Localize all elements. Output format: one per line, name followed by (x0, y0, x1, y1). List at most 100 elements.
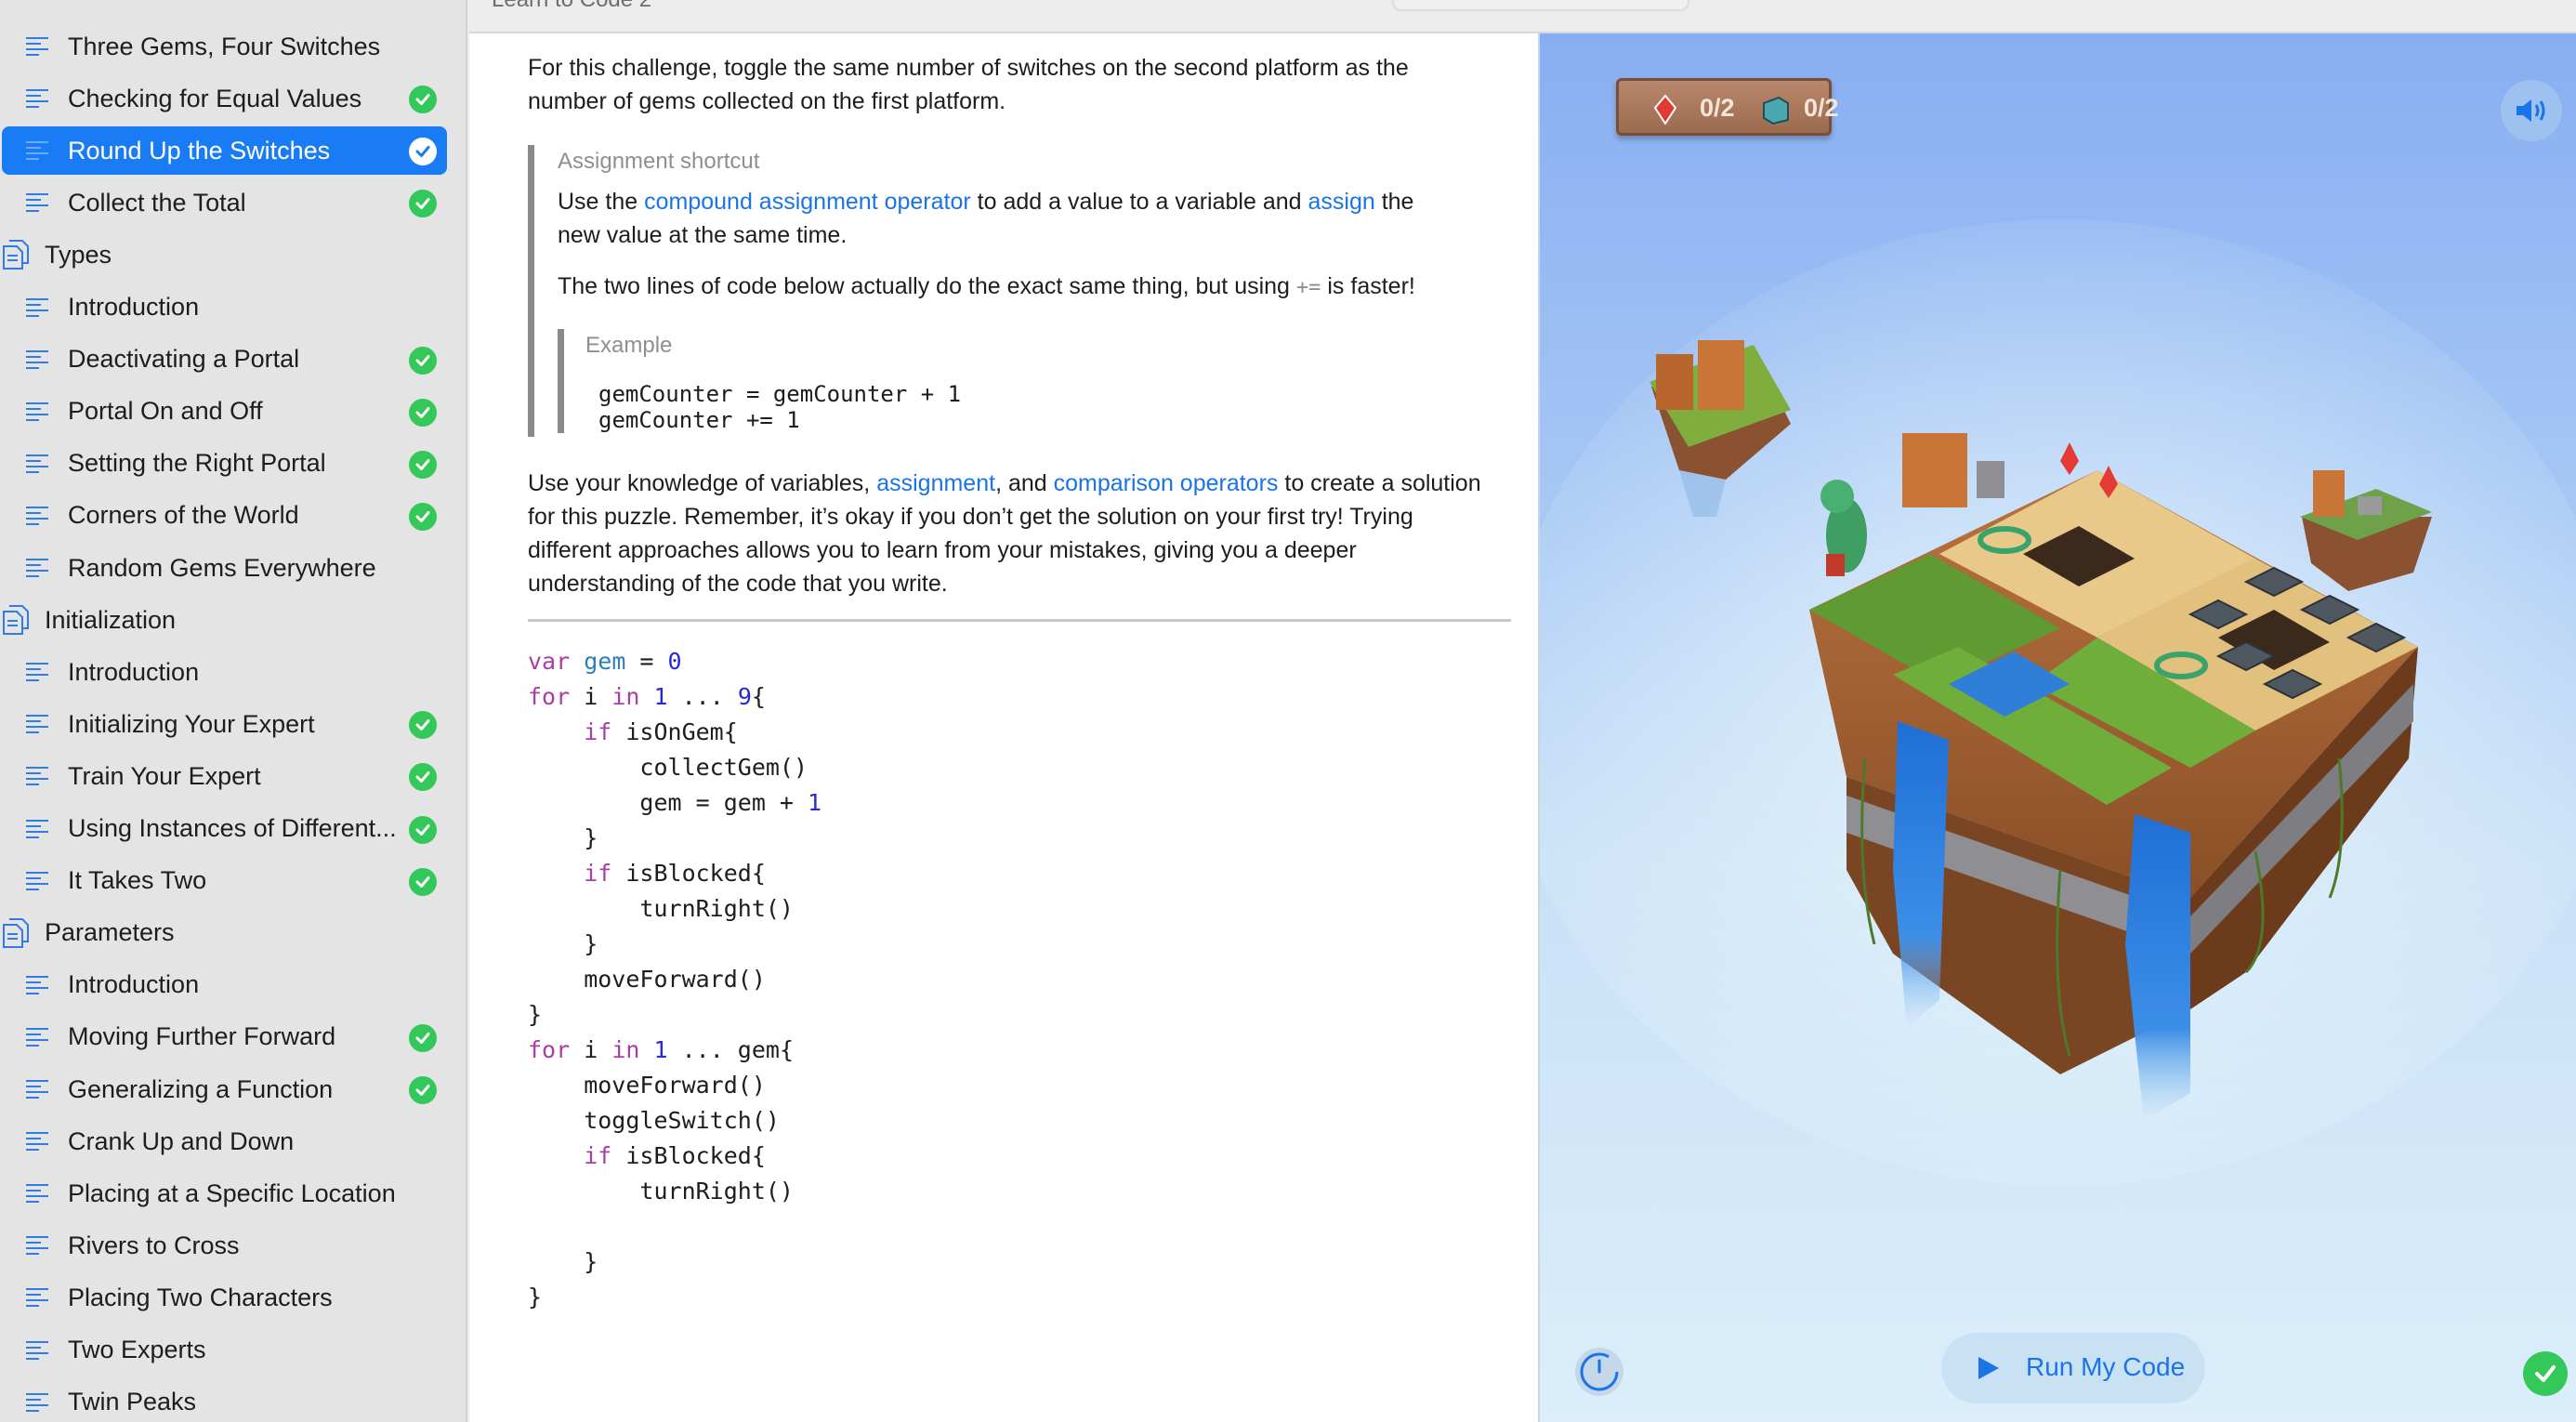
code-editor[interactable]: var gem = 0 for i in 1 ... 9{ if isOnGem{… (528, 644, 1513, 1315)
code-line[interactable]: moveForward() (528, 962, 1513, 997)
sidebar-item[interactable]: Introduction (0, 282, 466, 334)
sidebar-chapter[interactable]: Types (0, 229, 466, 281)
sidebar-item[interactable]: Initializing Your Expert (0, 698, 466, 750)
toolbar-pill[interactable] (1392, 0, 1689, 11)
completed-check-icon (409, 867, 437, 896)
completed-check-icon (409, 138, 437, 166)
page-lines-icon (26, 871, 48, 890)
sidebar-item[interactable]: Moving Further Forward (0, 1011, 466, 1063)
sidebar-item[interactable]: Two Experts (0, 1324, 466, 1376)
sidebar-item[interactable]: Train Your Expert (0, 750, 466, 802)
code-token: in (611, 683, 640, 710)
sidebar-item[interactable]: Deactivating a Portal (0, 334, 466, 386)
sidebar-item[interactable]: Round Up the Switches (0, 125, 466, 177)
code-line[interactable]: } (528, 997, 1513, 1033)
switch-count: 0/2 (1804, 94, 1839, 122)
completed-check-icon (409, 815, 437, 844)
code-line[interactable]: for i in 1 ... 9{ (528, 679, 1513, 715)
sidebar-item[interactable]: Collect the Total (0, 177, 466, 229)
sidebar-item-label: Train Your Expert (68, 761, 261, 790)
page-lines-icon (26, 37, 48, 56)
sidebar-item-label: Twin Peaks (68, 1388, 197, 1416)
sidebar-item-label: Round Up the Switches (68, 136, 331, 165)
code-line[interactable]: toggleSwitch() (528, 1103, 1513, 1139)
run-label: Run My Code (2026, 1352, 2186, 1381)
sidebar-item-label: Deactivating a Portal (68, 345, 300, 374)
page-lines-icon (26, 559, 48, 577)
sidebar-item[interactable]: Corners of the World (0, 490, 466, 542)
sidebar-item-label: Rivers to Cross (68, 1231, 240, 1259)
sidebar-item[interactable]: Crank Up and Down (0, 1115, 466, 1167)
sidebar-item[interactable]: Placing at a Specific Location (0, 1167, 466, 1219)
code-token: gem = gem + (528, 789, 808, 816)
completed-check-icon (409, 346, 437, 375)
sidebar-item-label: Moving Further Forward (68, 1022, 336, 1051)
sidebar-item-label: Introduction (68, 657, 200, 686)
example-heading: Example (585, 333, 673, 358)
sidebar-item[interactable]: Setting the Right Portal (0, 438, 466, 490)
code-token: isOnGem{ (611, 718, 738, 745)
sound-button[interactable] (2501, 80, 2562, 141)
assignment-link[interactable]: assignment (876, 470, 995, 496)
instructions-pane: For this challenge, toggle the same numb… (469, 33, 1538, 1422)
code-token: } (528, 1001, 543, 1028)
comparison-operators-link[interactable]: comparison operators (1054, 470, 1279, 496)
speaker-icon (2517, 99, 2545, 122)
sidebar-item[interactable]: Checking for Equal Values (0, 72, 466, 125)
completed-check-icon (2523, 1351, 2568, 1396)
page-lines-icon (26, 506, 48, 525)
sidebar-item[interactable]: Portal On and Off (0, 386, 466, 438)
code-line[interactable] (528, 1209, 1513, 1244)
sidebar-item[interactable]: Placing Two Characters (0, 1271, 466, 1323)
code-line[interactable]: gem = gem + 1 (528, 785, 1513, 821)
code-token: 1 (808, 789, 822, 816)
callout-paragraph-1: Use the compound assignment operator to … (558, 185, 1457, 252)
code-line[interactable]: moveForward() (528, 1068, 1513, 1103)
code-line[interactable]: if isBlocked{ (528, 856, 1513, 891)
code-token: 0 (667, 648, 682, 675)
code-line[interactable]: } (528, 1280, 1513, 1315)
sidebar-item[interactable]: Introduction (0, 646, 466, 698)
sidebar-item[interactable]: Three Gems, Four Switches (0, 20, 466, 72)
sidebar-item[interactable]: Random Gems Everywhere (0, 542, 466, 594)
code-line[interactable]: collectGem() (528, 750, 1513, 785)
puzzle-world-view[interactable]: 0/2 0/2 Run My Code (1538, 33, 2576, 1422)
page-lines-icon (26, 454, 48, 473)
code-token: if (584, 718, 612, 745)
code-line[interactable]: turnRight() (528, 891, 1513, 927)
sidebar-item[interactable]: Twin Peaks (0, 1376, 466, 1422)
page-lines-icon (26, 715, 48, 734)
code-line[interactable]: } (528, 927, 1513, 962)
assign-link[interactable]: assign (1308, 189, 1374, 215)
compound-assignment-link[interactable]: compound assignment operator (644, 189, 971, 215)
example-callout: Example gemCounter = gemCounter + 1 gemC… (558, 329, 1394, 433)
sidebar-item-label: Initialization (45, 605, 177, 634)
code-line[interactable]: var gem = 0 (528, 644, 1513, 679)
operator-code: += (1295, 276, 1321, 299)
example-code: gemCounter = gemCounter + 1 gemCounter +… (598, 381, 962, 433)
page-lines-icon (26, 193, 48, 213)
sidebar-item[interactable]: Using Instances of Different... (0, 803, 466, 855)
code-line[interactable]: turnRight() (528, 1174, 1513, 1209)
sidebar-item[interactable]: It Takes Two (0, 855, 466, 907)
page-lines-icon (26, 663, 48, 682)
chapter-pages-icon (3, 240, 29, 270)
code-line[interactable]: } (528, 821, 1513, 856)
gem-icon (1654, 95, 1676, 125)
speed-button[interactable] (1575, 1348, 1623, 1396)
code-line[interactable]: if isOnGem{ (528, 715, 1513, 750)
sidebar-item[interactable]: Generalizing a Function (0, 1063, 466, 1115)
code-line[interactable]: for i in 1 ... gem{ (528, 1033, 1513, 1068)
sidebar-item-label: Three Gems, Four Switches (68, 32, 381, 60)
sidebar-chapter[interactable]: Parameters (0, 907, 466, 959)
code-line[interactable]: if isBlocked{ (528, 1139, 1513, 1174)
sidebar-chapter[interactable]: Initialization (0, 594, 466, 646)
sidebar-item-label: Two Experts (68, 1336, 206, 1363)
page-lines-icon (26, 1236, 48, 1256)
run-my-code-button[interactable]: Run My Code (1941, 1333, 2205, 1403)
page-lines-icon (26, 89, 48, 109)
code-line[interactable]: } (528, 1244, 1513, 1280)
sidebar-item[interactable]: Introduction (0, 959, 466, 1011)
sidebar-item[interactable]: Rivers to Cross (0, 1219, 466, 1271)
